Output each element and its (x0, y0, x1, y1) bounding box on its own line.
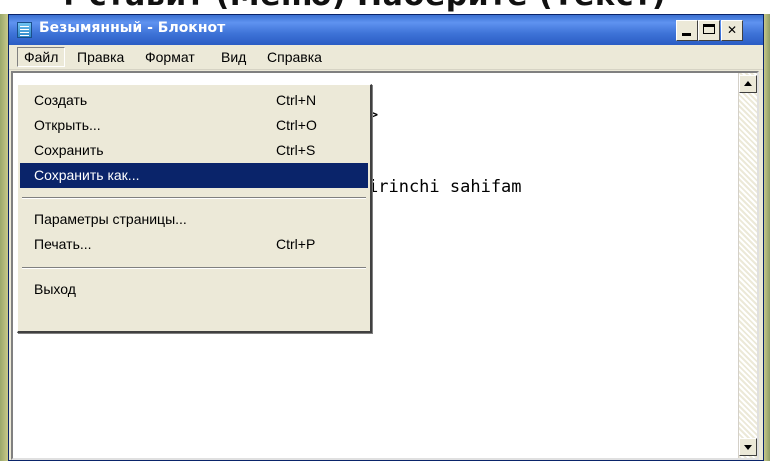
window-title: Безымянный - Блокнот (39, 20, 226, 36)
maximize-button[interactable] (698, 20, 720, 41)
menu-edit[interactable]: Правка (71, 47, 130, 67)
menu-item-save-as[interactable]: Сохранить как... (20, 163, 368, 188)
menu-item-print-label: Печать... (34, 236, 92, 252)
menu-separator (22, 197, 366, 199)
slide-border-left (0, 14, 8, 461)
menu-item-exit[interactable]: Выход (20, 277, 368, 302)
maximize-icon (703, 24, 715, 34)
menu-item-new-label: Создать (34, 92, 88, 108)
minimize-button[interactable] (676, 20, 698, 41)
file-menu-dropdown: Создать Ctrl+N Открыть... Ctrl+O Сохрани… (17, 84, 372, 333)
menu-format[interactable]: Формат (139, 47, 201, 67)
menu-item-save-shortcut: Ctrl+S (276, 142, 316, 158)
slide-heading-strip: т ставит (Меню) Наберите (Текст) (0, 0, 770, 14)
title-bar[interactable]: Безымянный - Блокнот ✕ (9, 15, 763, 45)
menu-item-save-label: Сохранить (34, 142, 104, 158)
slide-heading: т ставит (Меню) Наберите (Текст) (60, 0, 666, 13)
vertical-scrollbar[interactable] (738, 73, 757, 458)
scroll-down-button[interactable] (739, 438, 757, 456)
menu-item-print[interactable]: Печать... Ctrl+P (20, 232, 368, 257)
menu-item-page-setup-label: Параметры страницы... (34, 211, 187, 227)
menu-item-exit-label: Выход (34, 281, 76, 297)
menu-item-new[interactable]: Создать Ctrl+N (20, 88, 368, 113)
menu-view[interactable]: Вид (215, 47, 252, 67)
menu-item-open-label: Открыть... (34, 117, 101, 133)
notepad-icon (17, 22, 32, 38)
menu-item-page-setup[interactable]: Параметры страницы... (20, 207, 368, 232)
editor-line-2: irinchi sahifam (368, 177, 522, 197)
menu-help[interactable]: Справка (261, 47, 328, 67)
scroll-up-button[interactable] (739, 75, 757, 93)
menu-item-open[interactable]: Открыть... Ctrl+O (20, 113, 368, 138)
menu-item-open-shortcut: Ctrl+O (276, 117, 317, 133)
close-icon: ✕ (726, 23, 738, 37)
menu-bar: Файл Правка Формат Вид Справка (9, 45, 763, 70)
menu-separator (22, 267, 366, 269)
menu-item-save-as-label: Сохранить как... (34, 167, 140, 183)
minimize-icon (682, 33, 691, 36)
menu-item-new-shortcut: Ctrl+N (276, 92, 317, 108)
close-button[interactable]: ✕ (721, 20, 743, 41)
slide-border-right (764, 14, 770, 461)
menu-item-save[interactable]: Сохранить Ctrl+S (20, 138, 368, 163)
menu-item-print-shortcut: Ctrl+P (276, 236, 316, 252)
menu-file[interactable]: Файл (17, 47, 66, 67)
